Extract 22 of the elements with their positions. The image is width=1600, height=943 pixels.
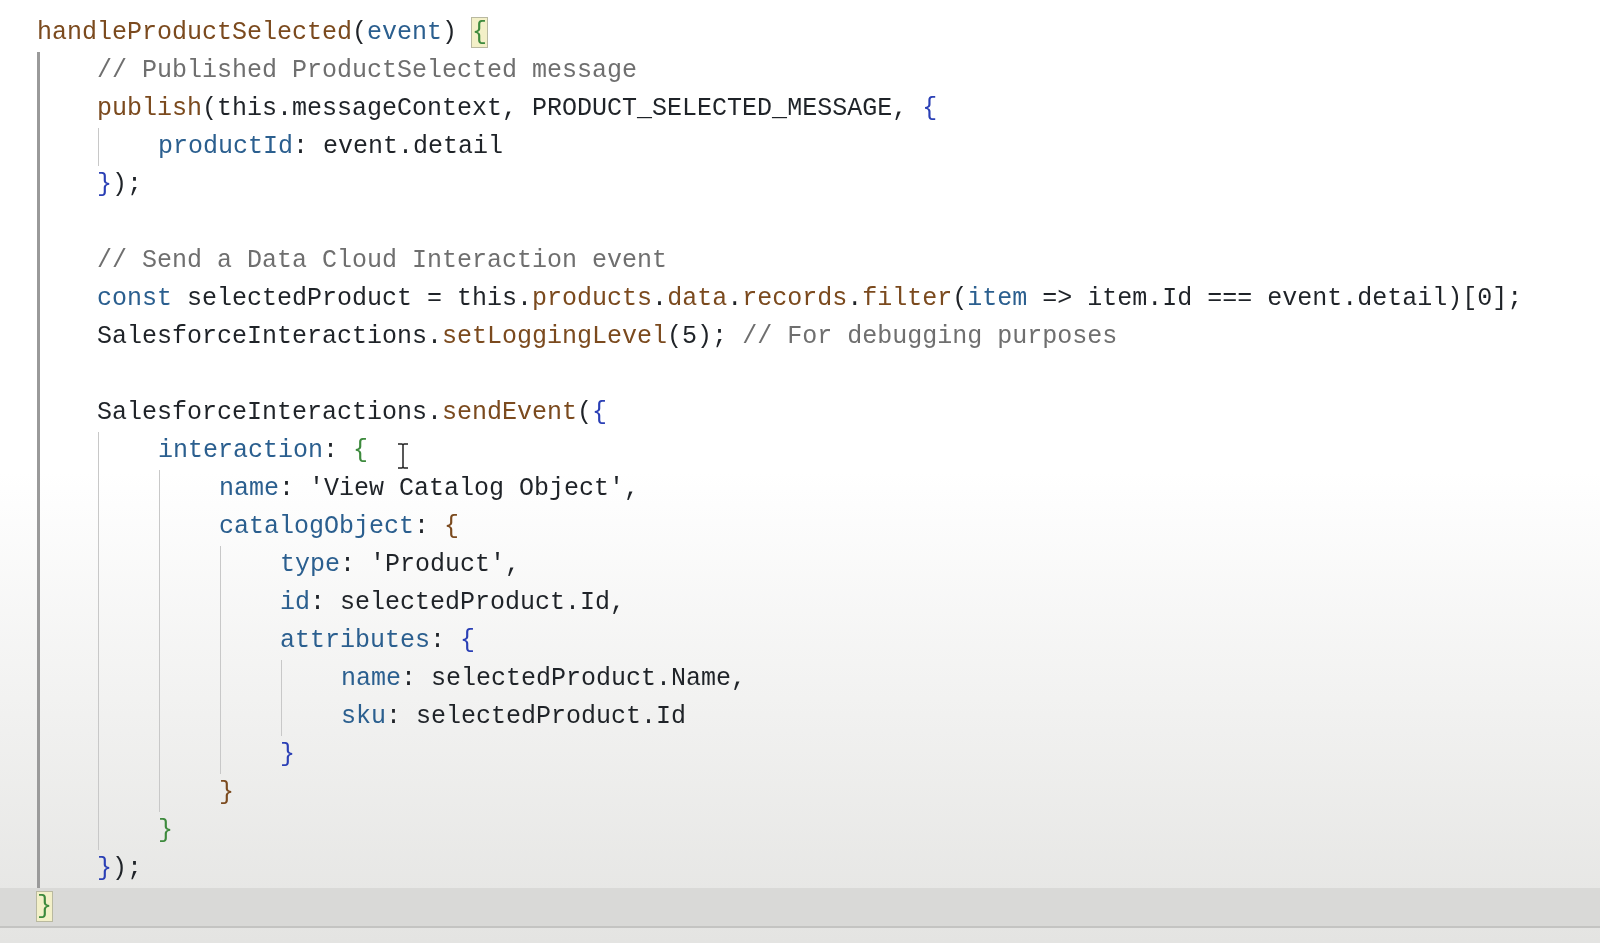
code-line: // Send a Data Cloud Interaction event — [97, 245, 668, 277]
code-line: // Published ProductSelected message — [97, 55, 638, 87]
code-line: } — [280, 739, 295, 771]
code-line: } — [158, 815, 173, 847]
text-cursor-icon — [397, 443, 409, 469]
code-line: }); — [97, 853, 143, 885]
code-line: SalesforceInteractions.setLoggingLevel(5); // For debugging purposes — [97, 321, 1118, 353]
code-line: attributes: { — [280, 625, 476, 657]
code-line: publish(this.messageContext, PRODUCT_SELECTED_MESSAGE, { — [97, 93, 938, 125]
code-line: } — [219, 777, 234, 809]
code-line: handleProductSelected(event) { — [37, 17, 488, 49]
code-line: name: selectedProduct.Name, — [341, 663, 747, 695]
code-line: catalogObject: { — [219, 511, 460, 543]
code-line: }); — [97, 169, 143, 201]
code-line: name: 'View Catalog Object', — [219, 473, 640, 505]
code-line: const selectedProduct = this.products.data.records.filter(item => item.Id === event.detail)[0]; — [97, 283, 1523, 315]
code-line: interaction: { — [158, 435, 369, 467]
code-line: productId: event.detail — [158, 131, 504, 163]
code-line: type: 'Product', — [280, 549, 521, 581]
code-line: SalesforceInteractions.sendEvent({ — [97, 397, 608, 429]
code-line: sku: selectedProduct.Id — [341, 701, 687, 733]
code-line: id: selectedProduct.Id, — [280, 587, 626, 619]
